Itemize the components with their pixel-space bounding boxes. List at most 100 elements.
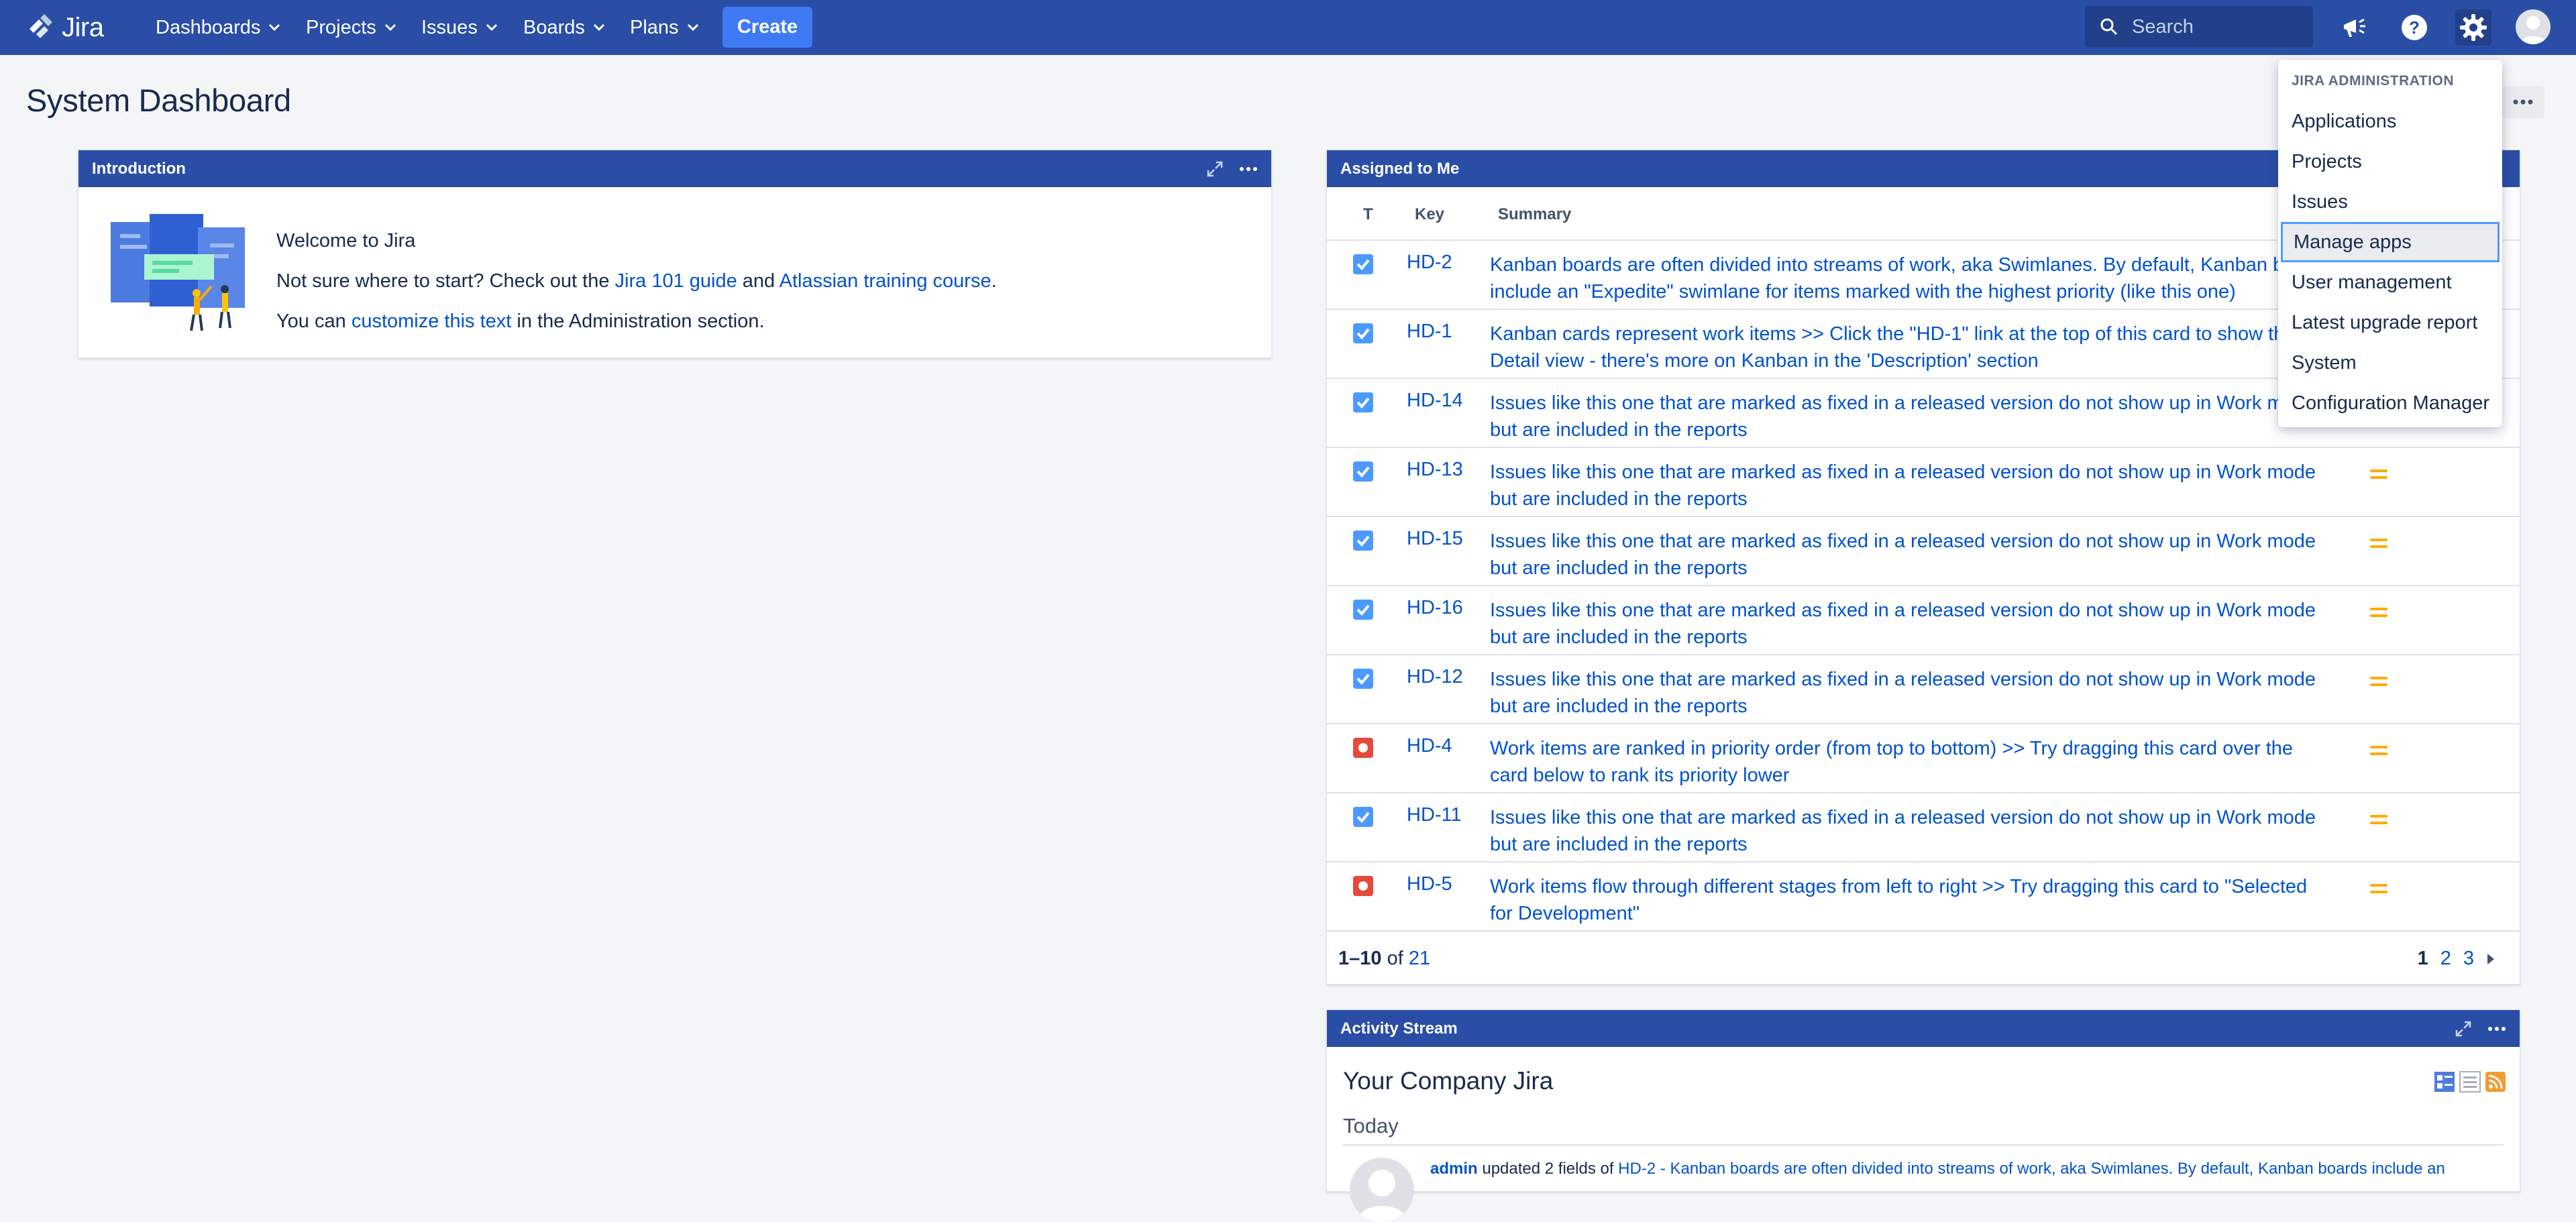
menu-item-manage-apps[interactable]: Manage apps: [2281, 222, 2500, 262]
issue-key-link[interactable]: HD-4: [1407, 735, 1452, 757]
issue-key-link[interactable]: HD-16: [1407, 597, 1463, 619]
page-title: System Dashboard: [26, 82, 291, 118]
nav-issues[interactable]: Issues: [421, 0, 498, 55]
gadget-title: Activity Stream: [1340, 1019, 1458, 1038]
intro-line-customize: You can customize this text in the Admin…: [276, 301, 997, 341]
nav-dashboards[interactable]: Dashboards: [156, 0, 280, 55]
column-summary[interactable]: Summary: [1498, 205, 1571, 224]
issue-summary-link[interactable]: Issues like this one that are marked as …: [1490, 528, 2335, 581]
issue-key-link[interactable]: HD-2: [1407, 252, 1452, 274]
priority-medium-icon: [2370, 608, 2387, 617]
nav-projects-label: Projects: [306, 16, 376, 38]
create-button[interactable]: Create: [722, 7, 812, 48]
issue-key-link[interactable]: HD-15: [1407, 528, 1463, 550]
settings-button[interactable]: [2455, 9, 2491, 46]
menu-item-user-management[interactable]: User management: [2278, 262, 2502, 302]
dashboard-actions-button[interactable]: [2502, 86, 2544, 118]
activity-issue-link[interactable]: HD-2 - Kanban boards are often divided i…: [1618, 1160, 2445, 1178]
issue-type: [1353, 323, 1373, 347]
page-3-link[interactable]: 3: [2463, 948, 2474, 970]
issue-summary-link[interactable]: Issues like this one that are marked as …: [1490, 597, 2335, 651]
results-of: of: [1381, 948, 1409, 969]
user-avatar[interactable]: [2516, 9, 2551, 44]
chevron-right-icon[interactable]: [2486, 952, 2496, 966]
page-2-link[interactable]: 2: [2440, 948, 2451, 970]
jira-101-guide-link[interactable]: Jira 101 guide: [615, 270, 737, 292]
customize-text-link[interactable]: customize this text: [352, 311, 512, 332]
bug-icon: [1353, 738, 1373, 758]
expand-icon[interactable]: [2454, 1019, 2473, 1038]
issue-key-link[interactable]: HD-5: [1407, 873, 1452, 895]
rss-icon[interactable]: [2485, 1071, 2506, 1093]
nav-plans[interactable]: Plans: [630, 0, 699, 55]
column-key[interactable]: Key: [1415, 205, 1444, 224]
task-icon: [1353, 531, 1373, 551]
nav-boards-label: Boards: [523, 16, 585, 38]
table-row: HD-15 Issues like this one that are marke…: [1327, 517, 2520, 586]
intro-text-part: You can: [276, 311, 352, 332]
issue-key-link[interactable]: HD-13: [1407, 459, 1463, 481]
issue-summary-link[interactable]: Issues like this one that are marked as …: [1490, 459, 2335, 512]
activity-action: updated 2 fields of: [1477, 1160, 1619, 1178]
today-heading: Today: [1343, 1114, 1399, 1137]
issue-summary-link[interactable]: Issues like this one that are marked as …: [1490, 804, 2335, 858]
nav-boards[interactable]: Boards: [523, 0, 605, 55]
table-row: HD-16 Issues like this one that are marke…: [1327, 586, 2520, 655]
help-button[interactable]: ?: [2396, 9, 2432, 46]
notifications-button[interactable]: [2337, 9, 2373, 46]
issue-key-link[interactable]: HD-1: [1407, 321, 1452, 343]
menu-item-system[interactable]: System: [2278, 343, 2502, 383]
activity-entry: admin updated 2 fields of HD-2 - Kanban …: [1430, 1160, 2445, 1178]
table-row: HD-11 Issues like this one that are marke…: [1327, 793, 2520, 863]
issue-priority: [2370, 883, 2387, 898]
issue-key-link[interactable]: HD-12: [1407, 666, 1463, 688]
priority-medium-icon: [2370, 539, 2387, 548]
more-icon[interactable]: [1239, 166, 1258, 172]
divider: [1343, 1144, 2504, 1146]
activity-user-link[interactable]: admin: [1430, 1160, 1478, 1178]
intro-text-part: and: [737, 270, 780, 292]
nav-issues-label: Issues: [421, 16, 478, 38]
full-view-icon[interactable]: [2434, 1071, 2455, 1093]
more-icon[interactable]: [2487, 1026, 2506, 1032]
page-1: 1: [2417, 948, 2428, 969]
admin-dropdown-menu: JIRA ADMINISTRATION Applications Project…: [2278, 60, 2502, 427]
atlassian-training-link[interactable]: Atlassian training course: [780, 270, 991, 292]
results-count: 1–10 of 21: [1338, 948, 1430, 970]
expand-icon[interactable]: [1205, 160, 1224, 178]
menu-item-configuration-manager[interactable]: Configuration Manager: [2278, 383, 2502, 423]
chevron-down-icon: [486, 23, 497, 32]
intro-text-part: .: [991, 270, 997, 292]
menu-item-issues[interactable]: Issues: [2278, 182, 2502, 222]
issue-summary-link[interactable]: Kanban boards are often divided into str…: [1490, 252, 2335, 305]
results-total-link[interactable]: 21: [1409, 948, 1430, 969]
issue-summary-link[interactable]: Kanban cards represent work items >> Cli…: [1490, 321, 2335, 374]
issue-key-link[interactable]: HD-11: [1407, 804, 1462, 826]
search-box: [2085, 6, 2313, 48]
issue-priority: [2370, 814, 2387, 829]
issue-summary-link[interactable]: Issues like this one that are marked as …: [1490, 666, 2335, 720]
nav-projects[interactable]: Projects: [306, 0, 396, 55]
menu-item-applications[interactable]: Applications: [2278, 101, 2502, 142]
more-icon: [2513, 99, 2533, 105]
priority-medium-icon: [2370, 746, 2387, 755]
issue-summary-link[interactable]: Work items are ranked in priority order …: [1490, 735, 2335, 789]
table-footer: 1–10 of 21 1 2 3: [1327, 932, 2520, 984]
issue-key-link[interactable]: HD-14: [1407, 390, 1463, 412]
search-input[interactable]: [2131, 15, 2308, 39]
task-icon: [1353, 461, 1373, 482]
jira-logo[interactable]: Jira: [27, 11, 104, 44]
issue-type: [1353, 461, 1373, 485]
issue-summary-link[interactable]: Issues like this one that are marked as …: [1490, 390, 2335, 443]
gadget-body: Your Company Jira Today admin updated 2 …: [1327, 1047, 2520, 1222]
menu-item-latest-upgrade-report[interactable]: Latest upgrade report: [2278, 302, 2502, 343]
issue-summary-link[interactable]: Work items flow through different stages…: [1490, 873, 2335, 927]
list-view-icon[interactable]: [2459, 1071, 2481, 1093]
stream-view-controls: [2434, 1071, 2506, 1093]
activity-stream-gadget: Activity Stream Your Company Jira Today …: [1326, 1009, 2520, 1222]
menu-item-projects[interactable]: Projects: [2278, 142, 2502, 182]
search-icon: [2100, 18, 2118, 36]
column-type[interactable]: T: [1363, 205, 1373, 224]
intro-line-help: Not sure where to start? Check out the J…: [276, 261, 997, 301]
pagination: 1 2 3: [2418, 948, 2496, 970]
